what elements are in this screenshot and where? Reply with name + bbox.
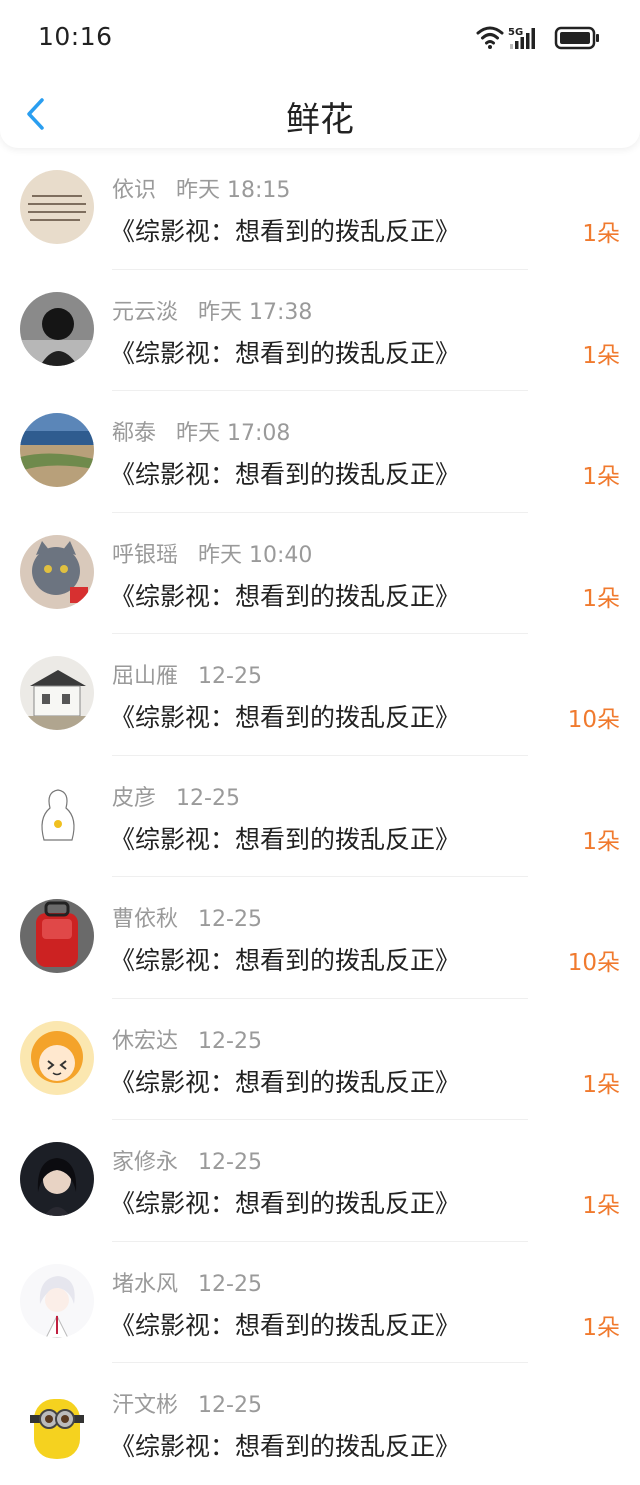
book-title: 《综影视：想看到的拨乱反正》 <box>110 824 461 854</box>
timestamp: 昨天 18:15 <box>176 178 291 203</box>
list-item[interactable]: 曹依秋 12-25 《综影视：想看到的拨乱反正》 10朵 <box>0 877 640 999</box>
avatar[interactable] <box>20 656 94 730</box>
user-name: 元云淡 昨天 17:38 <box>112 299 313 325</box>
timestamp: 12-25 <box>198 1028 262 1054</box>
user-name: 屈山雁 12-25 <box>112 664 262 689</box>
list-item[interactable]: 堵水风 12-25 《综影视：想看到的拨乱反正》 1朵 <box>0 1242 640 1363</box>
book-title: 《综影视：想看到的拨乱反正》 <box>110 703 461 732</box>
avatar[interactable] <box>20 777 94 852</box>
flower-count: 1朵 <box>582 1193 620 1219</box>
avatar[interactable] <box>20 1020 94 1095</box>
user-name: 皮彦 12-25 <box>112 785 240 811</box>
timestamp: 12-25 <box>176 785 240 811</box>
user-name: 休宏达 12-25 <box>112 1028 262 1054</box>
flower-count: 1朵 <box>582 464 620 490</box>
avatar[interactable] <box>20 899 94 973</box>
book-title: 《综影视：想看到的拨乱反正》 <box>110 460 461 489</box>
status-time: 10:16 <box>38 22 113 51</box>
book-title: 《综影视：想看到的拨乱反正》 <box>110 581 461 611</box>
flower-count: 1朵 <box>582 221 620 247</box>
user-name: 郗泰 昨天 17:08 <box>112 421 291 446</box>
timestamp: 12-25 <box>198 664 262 689</box>
avatar[interactable] <box>20 291 94 366</box>
status-icons: 5G <box>476 26 599 50</box>
timestamp: 昨天 10:40 <box>198 542 313 568</box>
user-name: 曹依秋 12-25 <box>112 907 262 932</box>
avatar[interactable] <box>20 1263 94 1338</box>
user-name: 依识 昨天 18:15 <box>112 178 291 203</box>
flower-count: 1朵 <box>582 828 620 855</box>
timestamp: 12-25 <box>198 1393 262 1418</box>
flower-count: 1朵 <box>582 1314 620 1341</box>
page-title: 鲜花 <box>286 100 354 140</box>
avatar[interactable] <box>20 1142 94 1216</box>
user-name: 家修永 12-25 <box>112 1150 262 1175</box>
list-item[interactable]: 郗泰 昨天 17:08 《综影视：想看到的拨乱反正》 1朵 <box>0 391 640 513</box>
list-item[interactable]: 汗文彬 12-25 《综影视：想看到的拨乱反正》 <box>0 1363 640 1485</box>
user-name: 堵水风 12-25 <box>112 1271 262 1297</box>
avatar[interactable] <box>20 1385 94 1459</box>
list-item[interactable]: 依识 昨天 18:15 《综影视：想看到的拨乱反正》 1朵 <box>0 148 640 270</box>
book-title: 《综影视：想看到的拨乱反正》 <box>110 1067 461 1097</box>
book-title: 《综影视：想看到的拨乱反正》 <box>110 217 461 246</box>
user-name: 汗文彬 12-25 <box>112 1393 262 1418</box>
flower-count: 1朵 <box>582 1071 620 1098</box>
flower-count: 1朵 <box>582 342 620 369</box>
book-title: 《综影视：想看到的拨乱反正》 <box>110 1310 461 1340</box>
wifi-icon <box>476 26 504 49</box>
top-bar: 10:16 5G 鲜花 <box>0 0 640 148</box>
avatar[interactable] <box>20 534 94 609</box>
user-name: 呼银瑶 昨天 10:40 <box>112 542 313 568</box>
timestamp: 12-25 <box>198 1150 262 1175</box>
flower-list: 依识 昨天 18:15 《综影视：想看到的拨乱反正》 1朵 元云淡 昨天 17:38… <box>0 148 640 1485</box>
list-item[interactable]: 屈山雁 12-25 《综影视：想看到的拨乱反正》 10朵 <box>0 634 640 756</box>
network-label: 5G <box>508 27 523 38</box>
list-item[interactable]: 休宏达 12-25 《综影视：想看到的拨乱反正》 1朵 <box>0 999 640 1120</box>
book-title: 《综影视：想看到的拨乱反正》 <box>110 1432 461 1461</box>
timestamp: 昨天 17:08 <box>176 421 291 446</box>
timestamp: 12-25 <box>198 1271 262 1297</box>
list-item[interactable]: 元云淡 昨天 17:38 《综影视：想看到的拨乱反正》 1朵 <box>0 270 640 391</box>
avatar[interactable] <box>20 413 94 487</box>
list-item[interactable]: 皮彦 12-25 《综影视：想看到的拨乱反正》 1朵 <box>0 756 640 877</box>
timestamp: 昨天 17:38 <box>198 299 313 325</box>
book-title: 《综影视：想看到的拨乱反正》 <box>110 338 461 368</box>
flower-count: 10朵 <box>567 707 620 733</box>
list-item[interactable]: 家修永 12-25 《综影视：想看到的拨乱反正》 1朵 <box>0 1120 640 1242</box>
timestamp: 12-25 <box>198 907 262 932</box>
battery-icon <box>554 26 599 50</box>
avatar[interactable] <box>20 170 94 244</box>
flower-count: 1朵 <box>582 585 620 612</box>
flower-count: 10朵 <box>567 950 620 976</box>
list-item[interactable]: 呼银瑶 昨天 10:40 《综影视：想看到的拨乱反正》 1朵 <box>0 513 640 634</box>
book-title: 《综影视：想看到的拨乱反正》 <box>110 1189 461 1218</box>
book-title: 《综影视：想看到的拨乱反正》 <box>110 946 461 975</box>
